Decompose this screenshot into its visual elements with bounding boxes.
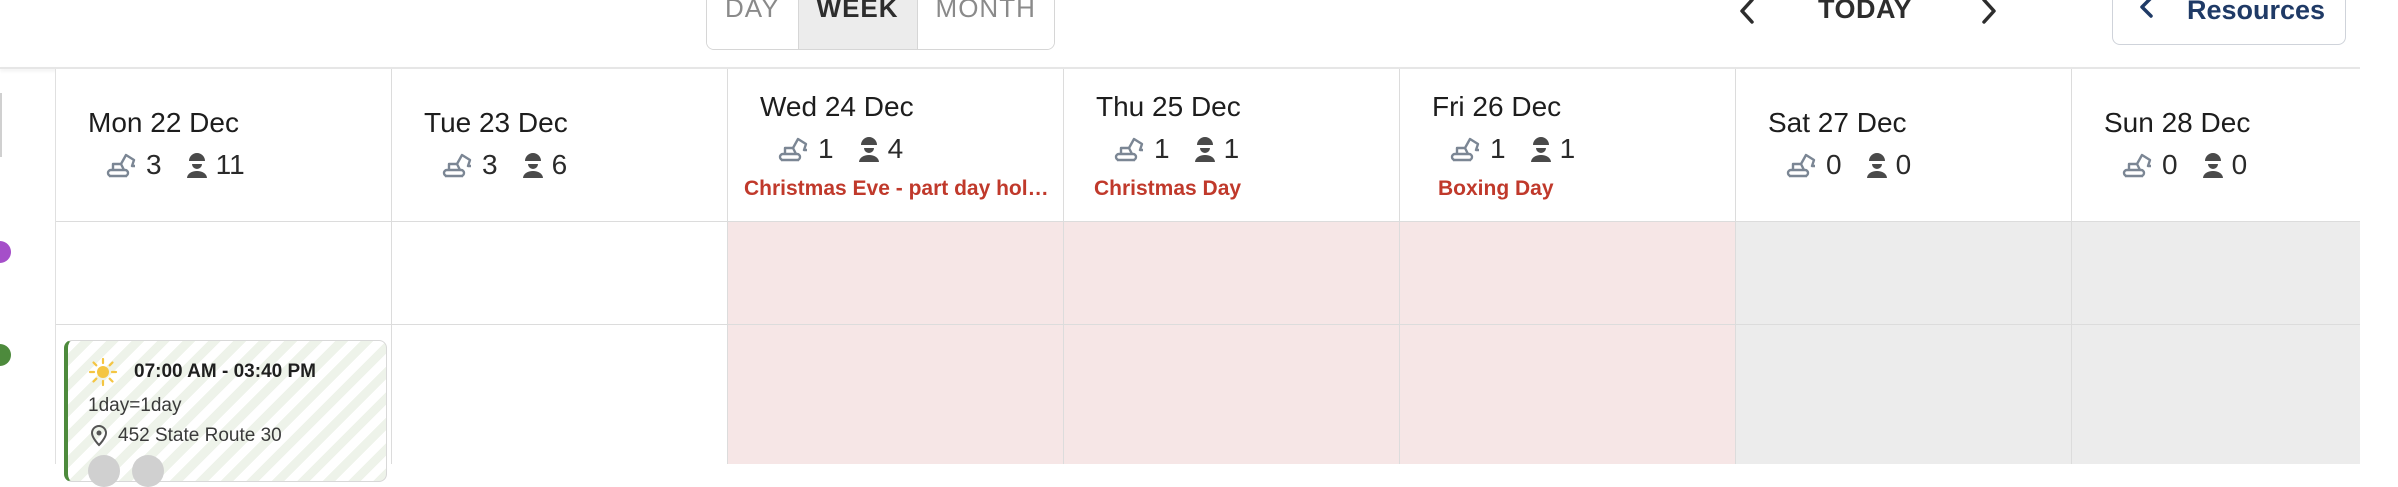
schedule-cell[interactable] bbox=[1736, 325, 2071, 464]
event-description: 1day=1day bbox=[88, 395, 182, 416]
excavator-icon bbox=[106, 153, 136, 178]
week-view-button[interactable]: WEEK bbox=[797, 0, 918, 49]
today-button[interactable]: TODAY bbox=[1818, 0, 1912, 25]
schedule-cell[interactable] bbox=[392, 222, 727, 325]
day-stats: 0 0 bbox=[1786, 149, 1933, 181]
excavator-icon bbox=[1450, 137, 1480, 162]
gutter-handle[interactable] bbox=[0, 93, 2, 157]
calendar-toolbar: DAY WEEK MONTH TODAY Resources bbox=[0, 0, 2398, 68]
day-header[interactable]: Sat 27 Dec 0 0 bbox=[1736, 69, 2071, 222]
day-column: Wed 24 Dec 1 4 Christmas Eve - part day … bbox=[728, 69, 1064, 464]
holiday-label: Christmas Eve - part day hol… bbox=[744, 177, 1049, 200]
people-count: 1 bbox=[1223, 133, 1240, 164]
sun-icon bbox=[88, 357, 118, 387]
row-color-dot bbox=[0, 241, 11, 263]
chevron-left-icon bbox=[2140, 0, 2153, 18]
excavator-icon bbox=[778, 137, 808, 162]
machine-count: 3 bbox=[482, 149, 498, 180]
people-count: 6 bbox=[551, 149, 568, 180]
machine-count: 0 bbox=[2162, 149, 2178, 180]
day-column: Sun 28 Dec 0 0 bbox=[2072, 69, 2360, 464]
machine-count: 3 bbox=[146, 149, 162, 180]
event-location: 452 State Route 30 bbox=[118, 425, 282, 446]
month-view-button[interactable]: MONTH bbox=[917, 0, 1054, 49]
previous-week-button[interactable] bbox=[1728, 0, 1768, 30]
schedule-cell[interactable] bbox=[1400, 325, 1735, 464]
worker-icon bbox=[522, 153, 543, 178]
day-title: Wed 24 Dec bbox=[760, 91, 914, 122]
schedule-cell[interactable] bbox=[728, 325, 1063, 464]
resource-gutter bbox=[0, 69, 56, 464]
schedule-cell[interactable] bbox=[1736, 222, 2071, 325]
avatar bbox=[132, 455, 164, 487]
day-title: Sat 27 Dec bbox=[1768, 107, 1907, 138]
holiday-label: Boxing Day bbox=[1438, 177, 1554, 200]
day-header[interactable]: Mon 22 Dec 3 11 bbox=[56, 69, 391, 222]
resources-label: Resources bbox=[2187, 0, 2326, 25]
excavator-icon bbox=[442, 153, 472, 178]
excavator-icon bbox=[1114, 137, 1144, 162]
day-title: Fri 26 Dec bbox=[1432, 91, 1562, 122]
schedule-cell[interactable] bbox=[2072, 222, 2360, 325]
day-title: Thu 25 Dec bbox=[1096, 91, 1241, 122]
machine-count: 1 bbox=[1154, 133, 1170, 164]
event-resources bbox=[88, 455, 164, 487]
day-title: Mon 22 Dec bbox=[88, 107, 239, 138]
next-week-button[interactable] bbox=[1968, 0, 2008, 30]
schedule-cell[interactable] bbox=[392, 325, 727, 464]
schedule-cell[interactable] bbox=[1064, 222, 1399, 325]
worker-icon bbox=[1194, 137, 1215, 162]
worker-icon bbox=[2202, 153, 2223, 178]
day-column: Thu 25 Dec 1 1 Christmas Day bbox=[1064, 69, 1400, 464]
people-count: 11 bbox=[215, 149, 245, 180]
excavator-icon bbox=[2122, 153, 2152, 178]
schedule-cell[interactable] bbox=[728, 222, 1063, 325]
people-count: 4 bbox=[887, 133, 904, 164]
worker-icon bbox=[858, 137, 879, 162]
day-stats: 3 6 bbox=[442, 149, 589, 181]
worker-icon bbox=[1866, 153, 1887, 178]
day-stats: 1 1 bbox=[1450, 133, 1597, 165]
machine-count: 1 bbox=[818, 133, 834, 164]
day-column: Sat 27 Dec 0 0 bbox=[1736, 69, 2072, 464]
worker-icon bbox=[1530, 137, 1551, 162]
machine-count: 1 bbox=[1490, 133, 1506, 164]
machine-count: 0 bbox=[1826, 149, 1842, 180]
resources-button[interactable]: Resources bbox=[2112, 0, 2346, 45]
day-stats: 1 1 bbox=[1114, 133, 1261, 165]
schedule-cell[interactable] bbox=[1400, 222, 1735, 325]
day-stats: 1 4 bbox=[778, 133, 925, 165]
chevron-right-icon bbox=[1982, 0, 1996, 24]
day-stats: 0 0 bbox=[2122, 149, 2269, 181]
day-header[interactable]: Sun 28 Dec 0 0 bbox=[2072, 69, 2360, 222]
schedule-cell[interactable] bbox=[2072, 325, 2360, 464]
holiday-label: Christmas Day bbox=[1094, 177, 1242, 200]
day-title: Tue 23 Dec bbox=[424, 107, 568, 138]
day-header[interactable]: Fri 26 Dec 1 1 Boxing Day bbox=[1400, 69, 1735, 222]
event-card[interactable]: 07:00 AM - 03:40 PM 1day=1day 452 State … bbox=[64, 340, 387, 487]
schedule-cell[interactable] bbox=[1064, 325, 1399, 464]
view-switcher: DAY WEEK MONTH bbox=[706, 0, 1055, 50]
schedule-cell[interactable] bbox=[56, 222, 391, 325]
row-color-dot bbox=[0, 344, 11, 366]
location-pin-icon bbox=[90, 425, 108, 447]
avatar bbox=[88, 455, 120, 487]
day-stats: 3 11 bbox=[106, 149, 267, 181]
day-title: Sun 28 Dec bbox=[2104, 107, 2251, 138]
scrollbar-track[interactable] bbox=[2360, 0, 2398, 464]
event-time: 07:00 AM - 03:40 PM bbox=[134, 361, 316, 382]
day-header[interactable]: Wed 24 Dec 1 4 Christmas Eve - part day … bbox=[728, 69, 1063, 222]
day-header[interactable]: Tue 23 Dec 3 6 bbox=[392, 69, 727, 222]
day-header[interactable]: Thu 25 Dec 1 1 Christmas Day bbox=[1064, 69, 1399, 222]
people-count: 0 bbox=[1895, 149, 1912, 180]
day-view-button[interactable]: DAY bbox=[707, 0, 798, 49]
day-column: Fri 26 Dec 1 1 Boxing Day bbox=[1400, 69, 1736, 464]
people-count: 0 bbox=[2231, 149, 2248, 180]
day-column: Tue 23 Dec 3 6 bbox=[392, 69, 728, 464]
worker-icon bbox=[186, 153, 207, 178]
people-count: 1 bbox=[1559, 133, 1576, 164]
chevron-left-icon bbox=[1740, 0, 1754, 24]
excavator-icon bbox=[1786, 153, 1816, 178]
